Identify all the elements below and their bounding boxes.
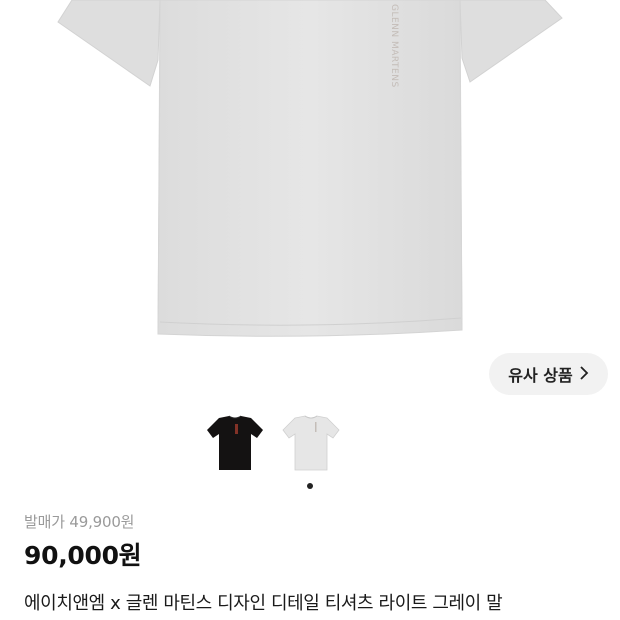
product-title: 에이치앤엠 x 글렌 마틴스 디자인 디테일 티셔츠 라이트 그레이 말 [24,593,503,614]
product-hero-image[interactable]: GLENN MARTENS [0,0,620,400]
similar-products-label: 유사 상품 [508,366,573,385]
chevron-right-icon [579,365,589,384]
image-thumbnails [205,412,345,478]
original-price-value: 49,900원 [69,513,135,531]
similar-products-button[interactable]: 유사 상품 [489,353,608,395]
black-tshirt-thumbnail[interactable] [205,412,265,474]
original-price-label: 발매가 [24,513,65,531]
gray-tshirt-thumbnail[interactable] [281,412,341,474]
original-price: 발매가 49,900원 [24,511,134,532]
hero-print-text: GLENN MARTENS [389,4,399,88]
gray-tshirt-image: GLENN MARTENS [57,0,563,337]
current-price: 90,000원 [24,541,142,570]
active-image-indicator [307,483,313,489]
